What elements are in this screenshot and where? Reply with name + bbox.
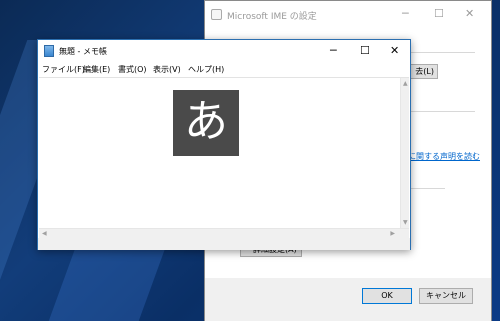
menu-edit[interactable]: 編集(E) <box>83 64 110 75</box>
minimize-icon[interactable]: ─ <box>402 7 409 20</box>
menu-format[interactable]: 書式(O) <box>118 64 147 75</box>
ime-window-title: Microsoft IME の設定 <box>227 12 317 22</box>
scroll-left-arrow-icon[interactable]: ◀ <box>42 230 47 237</box>
maximize-icon[interactable]: ☐ <box>360 44 370 57</box>
minimize-icon[interactable]: ─ <box>330 44 337 57</box>
scroll-down-arrow-icon[interactable]: ▼ <box>403 219 408 226</box>
close-icon[interactable]: ✕ <box>465 7 474 20</box>
scroll-up-arrow-icon[interactable]: ▲ <box>403 80 408 87</box>
notepad-menubar: ファイル(F) 編集(E) 書式(O) 表示(V) ヘルプ(H) <box>38 62 410 76</box>
close-icon[interactable]: ✕ <box>390 44 399 57</box>
menu-view[interactable]: 表示(V) <box>153 64 181 75</box>
notepad-bottom-strip <box>38 238 410 250</box>
ime-titlebar: Microsoft IME の設定 ─ ☐ ✕ <box>205 1 491 28</box>
privacy-statement-link[interactable]: ーに関する声明を読む <box>400 151 480 162</box>
wallpaper-beam <box>45 250 165 321</box>
ok-button[interactable]: OK <box>362 288 412 304</box>
horizontal-scrollbar[interactable]: ◀ ▶ <box>39 228 409 238</box>
maximize-icon[interactable]: ☐ <box>434 7 444 20</box>
notepad-titlebar: 無題 - メモ帳 ─ ☐ ✕ <box>38 40 410 62</box>
vertical-scrollbar[interactable]: ▲ ▼ <box>400 78 409 238</box>
notepad-window-title: 無題 - メモ帳 <box>59 47 107 56</box>
ime-mode-indicator: あ <box>173 90 239 156</box>
ime-dialog-footer: OK キャンセル <box>205 278 491 321</box>
menu-file[interactable]: ファイル(F) <box>42 64 85 75</box>
scroll-right-arrow-icon[interactable]: ▶ <box>390 230 395 237</box>
notepad-icon <box>44 45 54 57</box>
cancel-button[interactable]: キャンセル <box>419 288 473 304</box>
ime-settings-icon <box>211 9 222 20</box>
menu-help[interactable]: ヘルプ(H) <box>188 64 224 75</box>
